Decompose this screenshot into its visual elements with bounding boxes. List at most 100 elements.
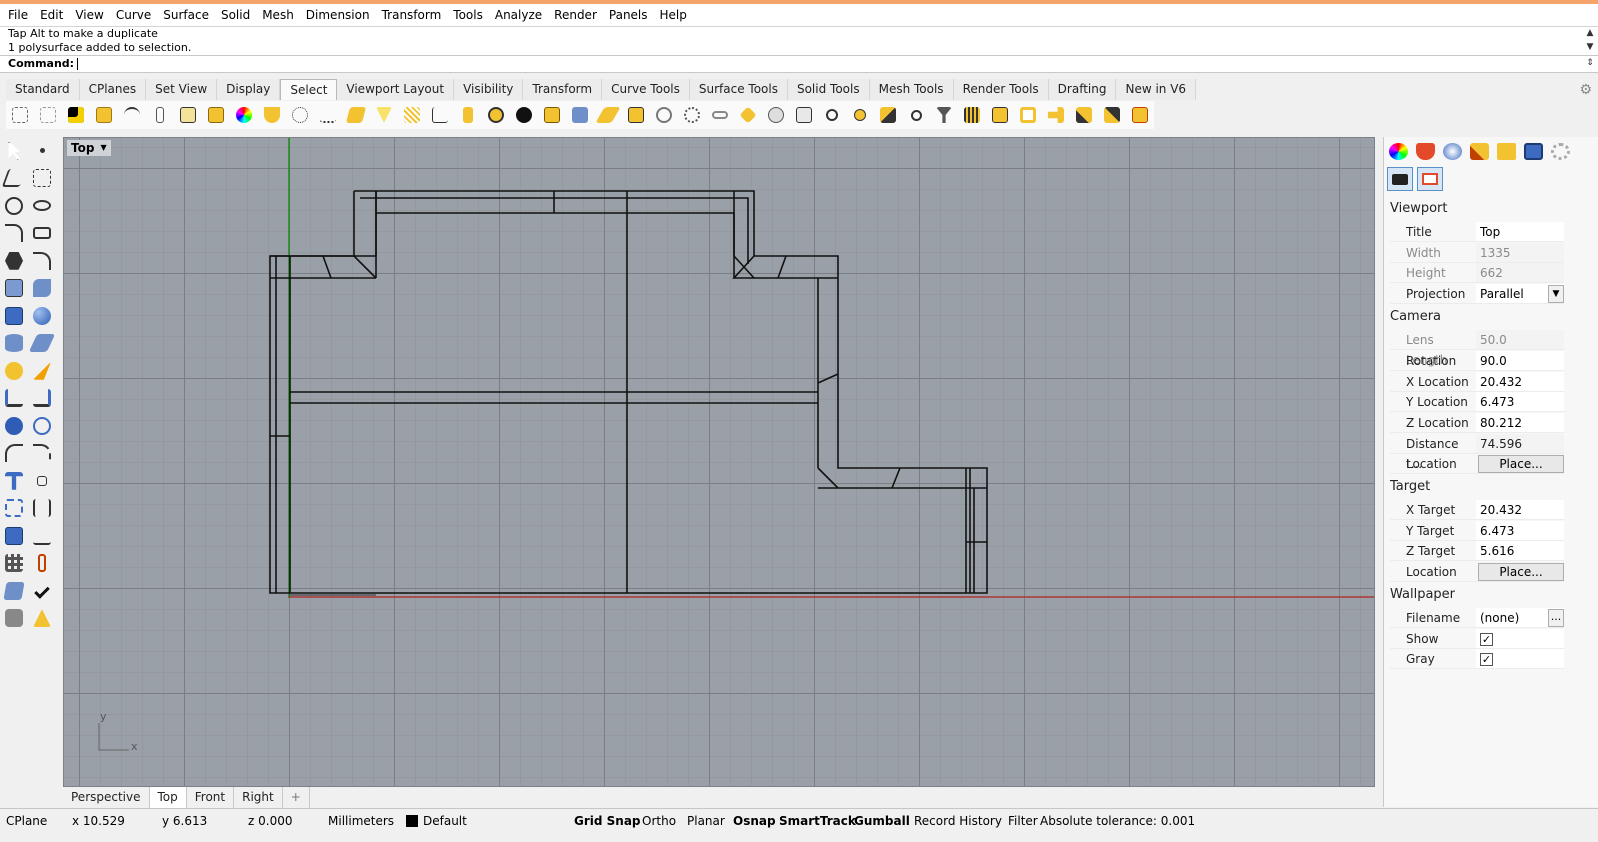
hatch-icon[interactable] [28, 527, 56, 545]
check-icon[interactable] [28, 582, 56, 599]
tab-visibility[interactable]: Visibility [454, 79, 524, 100]
select-cube-icon[interactable] [790, 102, 818, 128]
rectangle-icon[interactable] [28, 227, 56, 240]
select-leader-icon[interactable] [454, 102, 482, 128]
select-history-icon[interactable] [1126, 102, 1154, 128]
osnap-toggle[interactable]: Osnap [733, 813, 776, 829]
rotation-field[interactable]: 90.0 [1476, 351, 1564, 370]
menu-tools[interactable]: Tools [447, 5, 489, 25]
group-icon[interactable] [0, 499, 28, 518]
tab-render-tools[interactable]: Render Tools [953, 79, 1049, 100]
select-all-icon[interactable] [6, 102, 34, 128]
grid-snap-toggle[interactable]: Grid Snap [574, 813, 641, 829]
tab-top[interactable]: Top [149, 787, 187, 809]
trim-icon[interactable] [0, 444, 28, 463]
smarttrack-toggle[interactable]: SmartTrack [779, 813, 856, 829]
add-viewport-tab-button[interactable]: + [283, 787, 310, 809]
record-history-toggle[interactable]: Record History [914, 813, 1002, 829]
select-points-icon[interactable] [314, 102, 342, 128]
select-brush-icon[interactable] [874, 102, 902, 128]
box-icon[interactable] [0, 306, 28, 325]
select-wand-icon[interactable] [1070, 102, 1098, 128]
dimension-icon[interactable] [28, 499, 56, 518]
target-place-button[interactable]: Place... [1478, 563, 1564, 581]
select-open-polysurface-icon[interactable] [342, 102, 370, 128]
arc-icon[interactable] [0, 224, 28, 243]
camera-place-button[interactable]: Place... [1478, 455, 1564, 473]
select-frame-icon[interactable] [1014, 102, 1042, 128]
title-field[interactable]: Top [1476, 222, 1564, 241]
y-target-field[interactable]: 6.473 [1476, 521, 1564, 540]
curve-control-points-icon[interactable] [28, 169, 56, 188]
select-dimension-icon[interactable] [426, 102, 454, 128]
spinner-icon[interactable]: ⇕ [1584, 57, 1596, 69]
tab-drafting[interactable]: Drafting [1048, 79, 1117, 100]
text-icon[interactable] [0, 471, 28, 490]
folder-icon[interactable] [1497, 143, 1516, 160]
tab-curve-tools[interactable]: Curve Tools [602, 79, 690, 100]
tab-standard[interactable]: Standard [6, 79, 80, 100]
select-planar-icon[interactable] [594, 102, 622, 128]
distance-field[interactable]: 74.596 [1476, 434, 1564, 453]
select-points-cloud-icon[interactable] [286, 102, 314, 128]
viewport-top[interactable]: Top ▼ y x [63, 137, 1375, 787]
select-curves-icon[interactable] [118, 102, 146, 128]
menu-dimension[interactable]: Dimension [300, 5, 376, 25]
array-icon[interactable] [0, 554, 28, 573]
tab-set-view[interactable]: Set View [146, 79, 218, 100]
select-polysurfaces-icon[interactable] [90, 102, 118, 128]
drafting-icon[interactable] [28, 609, 56, 628]
polygon-icon[interactable] [0, 251, 28, 270]
sphere-icon[interactable] [28, 306, 56, 325]
filter-icon[interactable] [930, 102, 958, 128]
select-arrow-icon[interactable] [0, 141, 28, 160]
tab-new-in-v6[interactable]: New in V6 [1116, 79, 1197, 100]
explode-icon[interactable] [28, 361, 56, 380]
chevron-down-icon[interactable]: ▼ [1548, 285, 1564, 303]
command-input[interactable] [77, 58, 79, 70]
gray-checkbox[interactable]: ✓ [1480, 653, 1493, 666]
projection-select[interactable]: Parallel ▼ [1476, 284, 1564, 303]
gear-icon[interactable]: ⚙ [1579, 82, 1592, 98]
tab-transform[interactable]: Transform [523, 79, 603, 100]
select-sphere-icon[interactable] [510, 102, 538, 128]
ortho-toggle[interactable]: Ortho [642, 813, 676, 829]
color-wheel-icon[interactable] [1389, 143, 1408, 160]
planar-toggle[interactable]: Planar [687, 813, 725, 829]
material-icon[interactable] [1416, 143, 1435, 160]
gumball-toggle[interactable]: Gumball [854, 813, 910, 829]
z-target-field[interactable]: 5.616 [1476, 541, 1564, 560]
menu-curve[interactable]: Curve [110, 5, 157, 25]
select-multi-wand-icon[interactable] [1098, 102, 1126, 128]
x-location-field[interactable]: 20.432 [1476, 372, 1564, 391]
surface-from-points-icon[interactable] [0, 279, 28, 298]
select-chain-icon[interactable] [706, 102, 734, 128]
tab-right[interactable]: Right [234, 787, 283, 809]
select-pointcloud-icon[interactable] [678, 102, 706, 128]
tab-cplanes[interactable]: CPlanes [79, 79, 147, 100]
surface-icon[interactable] [28, 334, 56, 353]
menu-view[interactable]: View [69, 5, 109, 25]
point-icon[interactable] [28, 148, 56, 154]
select-surfaces-icon[interactable] [202, 102, 230, 128]
select-block-icon[interactable] [482, 102, 510, 128]
tab-viewport-layout[interactable]: Viewport Layout [337, 79, 455, 100]
select-bulb-icon[interactable] [818, 102, 846, 128]
extrude-icon[interactable] [0, 334, 28, 353]
split-icon[interactable] [28, 444, 56, 463]
camera-icon[interactable] [1387, 167, 1413, 191]
filename-field[interactable]: (none)... [1476, 608, 1564, 627]
tab-select[interactable]: Select [280, 79, 338, 100]
select-mesh-icon[interactable] [258, 102, 286, 128]
select-text-icon[interactable] [174, 102, 202, 128]
command-line[interactable]: Command: ⇕ [0, 55, 1598, 73]
tab-mesh-tools[interactable]: Mesh Tools [869, 79, 954, 100]
fillet-curve-icon[interactable] [28, 251, 56, 270]
menu-surface[interactable]: Surface [157, 5, 215, 25]
select-globe-icon[interactable] [762, 102, 790, 128]
select-tag-icon[interactable] [734, 102, 762, 128]
select-small-objects-icon[interactable] [846, 102, 874, 128]
filter-toggle[interactable]: Filter [1008, 813, 1038, 829]
select-color-icon[interactable] [230, 102, 258, 128]
solid-boolean-icon[interactable] [0, 416, 28, 435]
